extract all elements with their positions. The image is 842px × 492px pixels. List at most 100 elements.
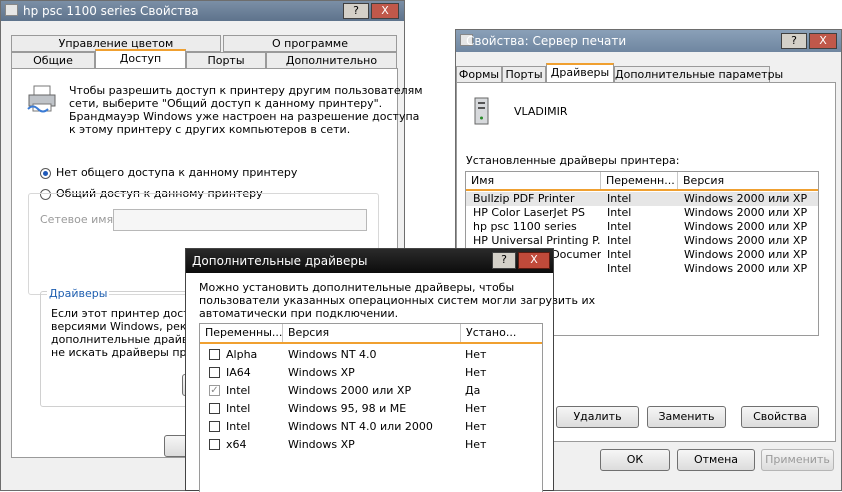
share-name-label: Сетевое имя: (40, 213, 117, 226)
install-checkbox[interactable] (209, 421, 220, 432)
row-installed-cell: Нет (465, 420, 487, 433)
row-installed-cell: Нет (465, 366, 487, 379)
additional-drivers-dialog: Дополнительные драйверы ? X Можно устано… (185, 248, 595, 492)
environment-row[interactable]: ✓ Intel Windows 2000 или XP Да (200, 383, 542, 399)
drivers-text-line-4: не искать драйверы принт (51, 346, 208, 359)
driver-version-cell: Windows 2000 или XP (684, 262, 808, 275)
close-button[interactable]: X (809, 33, 837, 49)
title-bar[interactable]: Дополнительные драйверы ? X (186, 249, 553, 273)
list-header: Имя Переменн... Версия (466, 172, 818, 191)
sharing-info-line-3: Брандмауэр Windows уже настроен на разре… (69, 110, 420, 123)
row-installed-cell: Нет (465, 438, 487, 451)
row-env-cell: Alpha (226, 348, 258, 361)
column-environment[interactable]: Переменн... (601, 172, 678, 189)
row-env-cell: Intel (226, 402, 251, 415)
title-bar[interactable]: hp psc 1100 series Свойства ? X (1, 1, 404, 21)
driver-version-cell: Windows 2000 или XP (684, 206, 808, 219)
row-installed-cell: Нет (465, 402, 487, 415)
dialog-description-line-2: пользователи указанных операционных сист… (199, 294, 596, 307)
row-env-cell: x64 (226, 438, 247, 451)
column-name[interactable]: Имя (466, 172, 601, 189)
column-installed[interactable]: Устано... (461, 324, 542, 342)
column-environment[interactable]: Переменны... (200, 324, 283, 342)
radio-no-share-label[interactable]: Нет общего доступа к данному принтеру (56, 166, 297, 179)
column-version[interactable]: Версия (283, 324, 461, 342)
sharing-info-line-1: Чтобы разрешить доступ к принтеру другим… (69, 84, 423, 97)
driver-env-cell: Intel (607, 234, 632, 247)
driver-name-cell: hp psc 1100 series (473, 220, 577, 233)
dialog-title: Дополнительные драйверы (192, 254, 368, 268)
driver-name-cell: HP Universal Printing P... (473, 234, 601, 247)
row-installed-cell: Нет (465, 348, 487, 361)
driver-version-cell: Windows 2000 или XP (684, 220, 808, 233)
tab-forms[interactable]: Формы (456, 66, 502, 83)
tab-advanced[interactable]: Дополнительно (266, 52, 397, 69)
installed-drivers-label: Установленные драйверы принтера: (466, 154, 680, 167)
help-button[interactable]: ? (781, 33, 807, 49)
row-installed-cell: Да (465, 384, 481, 397)
environment-row[interactable]: Alpha Windows NT 4.0 Нет (200, 347, 542, 363)
sharing-info-line-4: к этому принтеру с других компьютеров в … (69, 123, 351, 136)
driver-row[interactable]: HP Color LaserJet PS Intel Windows 2000 ил… (466, 206, 818, 220)
help-button[interactable]: ? (492, 252, 516, 269)
row-version-cell: Windows XP (288, 366, 355, 379)
tab-drivers[interactable]: Драйверы (546, 63, 614, 82)
server-computer-icon (474, 97, 489, 125)
server-name: VLADIMIR (514, 105, 568, 118)
sharing-info-line-2: сети, выберите "Общий доступ к данному п… (69, 97, 383, 110)
list-header: Переменны... Версия Устано... (200, 324, 542, 344)
column-version[interactable]: Версия (678, 172, 818, 189)
row-version-cell: Windows NT 4.0 (288, 348, 377, 361)
ok-button[interactable]: ОК (600, 449, 670, 471)
remove-driver-button[interactable]: Удалить (556, 406, 639, 428)
tab-extra-settings[interactable]: Дополнительные параметры (614, 66, 783, 83)
row-version-cell: Windows 2000 или XP (288, 384, 412, 397)
dialog-description-line-3: автоматически при подключении. (199, 307, 399, 320)
tab-ports[interactable]: Порты (502, 66, 546, 83)
environment-row[interactable]: Intel Windows NT 4.0 или 2000 Нет (200, 419, 542, 435)
driver-row[interactable]: Bullzip PDF Printer Intel Windows 2000 или… (466, 192, 818, 206)
driver-env-cell: Intel (607, 192, 632, 205)
driver-version-cell: Windows 2000 или XP (684, 234, 808, 247)
tab-sharing[interactable]: Доступ (95, 49, 186, 68)
cancel-button[interactable]: Отмена (677, 449, 755, 471)
help-button[interactable]: ? (343, 3, 369, 19)
printer-icon (27, 85, 56, 113)
row-env-cell: Intel (226, 420, 251, 433)
environment-list[interactable]: Переменны... Версия Устано... Alpha Windo… (199, 323, 543, 492)
row-version-cell: Windows XP (288, 438, 355, 451)
environment-row[interactable]: Intel Windows 95, 98 и ME Нет (200, 401, 542, 417)
row-version-cell: Windows NT 4.0 или 2000 (288, 420, 433, 433)
title-bar[interactable]: Свойства: Сервер печати ? X (456, 30, 841, 52)
driver-env-cell: Intel (607, 220, 632, 233)
driver-env-cell: Intel (607, 248, 632, 261)
share-name-input[interactable] (113, 209, 367, 231)
driver-properties-button[interactable]: Свойства (741, 406, 819, 428)
driver-env-cell: Intel (607, 262, 632, 275)
close-button[interactable]: X (518, 252, 550, 269)
replace-driver-button[interactable]: Заменить (647, 406, 726, 428)
install-checkbox[interactable]: ✓ (209, 385, 220, 396)
environment-row[interactable]: x64 Windows XP Нет (200, 437, 542, 453)
install-checkbox[interactable] (209, 439, 220, 450)
radio-no-share[interactable] (40, 168, 51, 179)
row-version-cell: Windows 95, 98 и ME (288, 402, 407, 415)
driver-name-cell: HP Color LaserJet PS (473, 206, 585, 219)
dialog-description-line-1: Можно установить дополнительные драйверы… (199, 281, 515, 294)
driver-version-cell: Windows 2000 или XP (684, 248, 808, 261)
environment-row[interactable]: IA64 Windows XP Нет (200, 365, 542, 381)
window-title: hp psc 1100 series Свойства (23, 4, 199, 18)
row-env-cell: Intel (226, 384, 251, 397)
install-checkbox[interactable] (209, 403, 220, 414)
install-checkbox[interactable] (209, 367, 220, 378)
install-checkbox[interactable] (209, 349, 220, 360)
close-button[interactable]: X (371, 3, 399, 19)
tab-general[interactable]: Общие (11, 52, 95, 69)
tab-ports[interactable]: Порты (186, 52, 266, 69)
driver-row[interactable]: HP Universal Printing P... Intel Windows 2… (466, 234, 818, 248)
driver-row[interactable]: hp psc 1100 series Intel Windows 2000 или … (466, 220, 818, 234)
driver-env-cell: Intel (607, 206, 632, 219)
tab-about[interactable]: О программе (223, 35, 397, 52)
driver-name-cell: Bullzip PDF Printer (473, 192, 575, 205)
apply-button[interactable]: Применить (761, 449, 834, 471)
